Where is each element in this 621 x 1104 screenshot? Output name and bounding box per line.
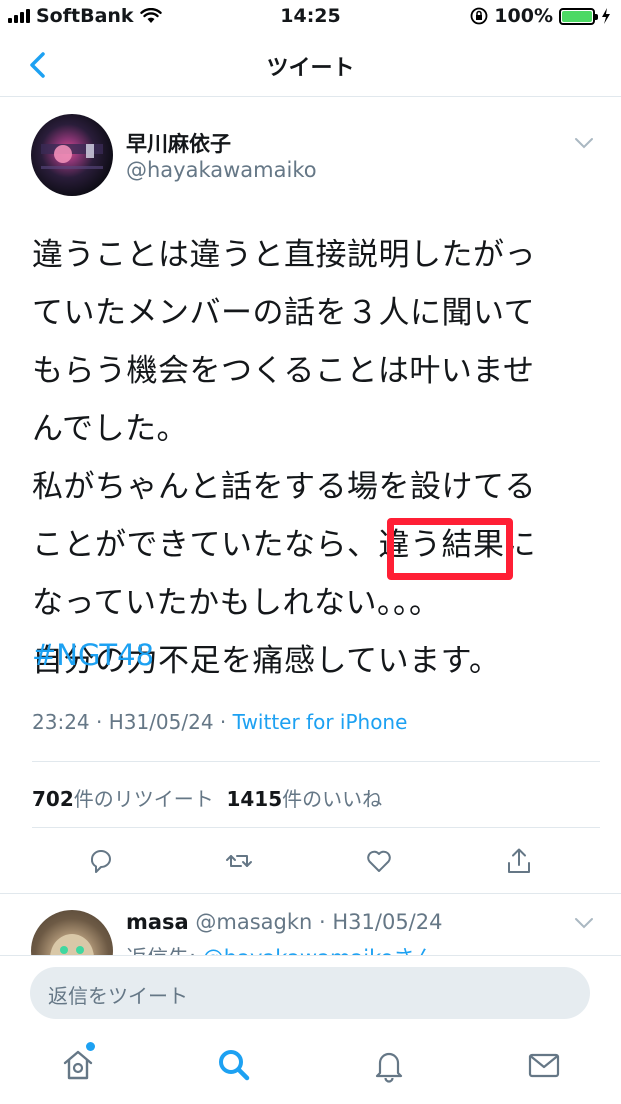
tweet-line: なっていたかもしれない。。。 — [32, 585, 441, 621]
tweet-timestamp: 23:24 · H31/05/24 · — [32, 710, 233, 734]
chevron-down-icon[interactable] — [574, 916, 594, 930]
red-highlight-box — [387, 518, 513, 580]
author-handle[interactable]: @hayakawamaiko — [126, 158, 317, 182]
status-bar: SoftBank 14:25 100% — [0, 0, 621, 34]
reply-to-line: 返信先: @hayakawamaikoさん — [126, 942, 435, 956]
navigation-bar: ツイート — [0, 34, 621, 97]
tweet-stats: 702件のリツイート 1415件のいいね — [32, 783, 382, 812]
reply-icon[interactable] — [86, 846, 116, 876]
tweet-line: ていたメンバーの話を３人に聞いて — [32, 295, 536, 331]
tweet-text: 違うことは違うと直接説明したがっ ていたメンバーの話を３人に聞いて もらう機会を… — [32, 226, 592, 690]
tweet-source-link[interactable]: Twitter for iPhone — [233, 710, 408, 734]
status-right: 100% — [470, 5, 611, 27]
retweet-label[interactable]: 件のリツイート — [74, 787, 214, 811]
tweet-line: 私がちゃんと話をする場を設けてる — [32, 469, 536, 505]
divider — [0, 893, 621, 894]
author-avatar[interactable] — [31, 114, 113, 196]
page-title: ツイート — [266, 56, 355, 81]
notification-dot — [86, 1042, 95, 1051]
hashtag-link[interactable]: #NGT48 — [32, 638, 154, 672]
author-name[interactable]: 早川麻依子 — [126, 128, 231, 158]
like-label[interactable]: 件のいいね — [282, 787, 382, 811]
reply-compose-bar: 返信をツイート — [0, 955, 621, 1027]
tweet-actions — [0, 846, 621, 876]
battery-icon — [559, 7, 598, 25]
tweet-line: 違うことは違うと直接説明したがっ — [32, 237, 536, 273]
chevron-down-icon[interactable] — [574, 136, 594, 150]
like-count[interactable]: 1415 — [226, 787, 282, 811]
reply-input[interactable]: 返信をツイート — [30, 967, 590, 1019]
heart-icon[interactable] — [364, 846, 394, 876]
retweet-count[interactable]: 702 — [32, 787, 74, 811]
tweet-meta: 23:24 · H31/05/24 · Twitter for iPhone — [32, 710, 407, 734]
reply-header: masa @masagkn · H31/05/24 — [126, 910, 442, 934]
mail-icon[interactable] — [526, 1047, 562, 1083]
reply-author-name[interactable]: masa — [126, 910, 189, 934]
battery-percent: 100% — [494, 5, 553, 27]
share-icon[interactable] — [504, 846, 534, 876]
orientation-lock-icon — [470, 7, 488, 25]
home-icon[interactable] — [60, 1047, 96, 1083]
search-icon[interactable] — [216, 1047, 252, 1083]
divider — [32, 761, 600, 762]
divider — [32, 827, 600, 828]
tab-bar — [0, 1027, 621, 1104]
retweet-icon[interactable] — [224, 846, 254, 876]
avatar-image — [41, 144, 103, 169]
reply-handle-date[interactable]: @masagkn · H31/05/24 — [189, 910, 442, 934]
tweet-line: んでした。 — [32, 411, 188, 447]
tweet-line: もらう機会をつくることは叶いませ — [32, 353, 535, 389]
bell-icon[interactable] — [371, 1047, 407, 1083]
charging-icon — [602, 8, 610, 24]
